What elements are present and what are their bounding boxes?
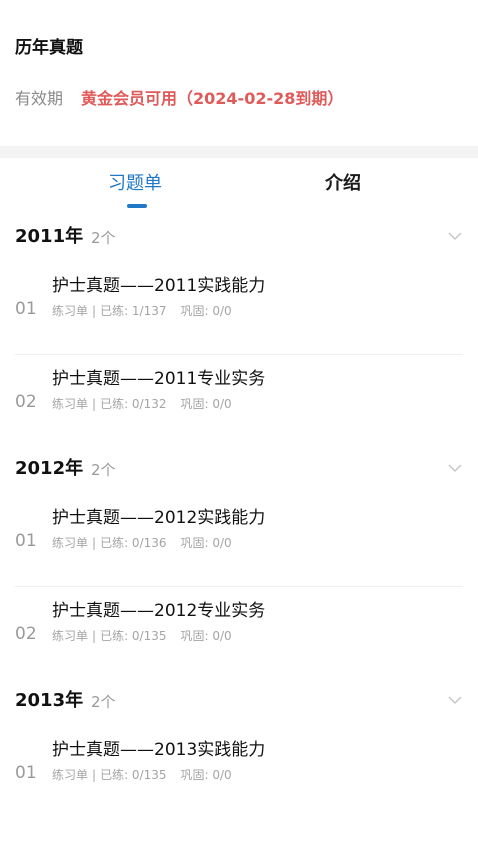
chevron-down-icon[interactable] — [447, 460, 463, 476]
tab-exercise-list[interactable]: 习题单 — [108, 173, 162, 195]
year-title: 2013年 — [15, 690, 84, 711]
item-meta: 练习单 | 已练: 0/135 巩固: 0/0 — [52, 628, 232, 644]
item-consolidated: 巩固: 0/0 — [180, 304, 232, 318]
item-practiced: 已练: 0/132 — [100, 397, 167, 411]
year-title: 2011年 — [15, 226, 84, 247]
item-type: 练习单 — [52, 304, 89, 318]
tab-bar: 习题单 介绍 — [0, 158, 478, 216]
item-type: 练习单 — [52, 536, 89, 550]
item-consolidated: 巩固: 0/0 — [180, 397, 232, 411]
page-title: 历年真题 — [15, 38, 83, 58]
item-index: 02 — [15, 623, 37, 644]
item-meta: 练习单 | 已练: 1/137 巩固: 0/0 — [52, 303, 232, 319]
validity-label: 有效期 — [15, 89, 64, 108]
item-title: 护士真题——2013实践能力 — [52, 740, 266, 760]
year-title: 2012年 — [15, 458, 84, 479]
item-consolidated: 巩固: 0/0 — [180, 768, 232, 782]
item-practiced: 已练: 0/135 — [100, 768, 167, 782]
page-header: 历年真题 有效期 黄金会员可用（2024-02-28到期） — [0, 0, 478, 146]
item-practiced: 已练: 1/137 — [100, 304, 167, 318]
year-group-header[interactable]: 2013年 2个 — [0, 680, 478, 726]
validity-value: 黄金会员可用（2024-02-28到期） — [81, 89, 344, 108]
chevron-down-icon[interactable] — [447, 692, 463, 708]
year-group-header[interactable]: 2012年 2个 — [0, 448, 478, 494]
item-type: 练习单 — [52, 629, 89, 643]
meta-separator: | — [92, 629, 97, 643]
meta-separator: | — [92, 768, 97, 782]
item-title: 护士真题——2011实践能力 — [52, 276, 266, 296]
item-type: 练习单 — [52, 768, 89, 782]
item-title: 护士真题——2012实践能力 — [52, 508, 266, 528]
item-meta: 练习单 | 已练: 0/136 巩固: 0/0 — [52, 535, 232, 551]
exercise-list-item[interactable]: 01 护士真题——2011实践能力练习单 | 已练: 1/137 巩固: 0/0 — [0, 262, 478, 355]
item-meta: 练习单 | 已练: 0/132 巩固: 0/0 — [52, 396, 232, 412]
item-type: 练习单 — [52, 397, 89, 411]
item-meta: 练习单 | 已练: 0/135 巩固: 0/0 — [52, 767, 232, 783]
meta-separator: | — [92, 536, 97, 550]
meta-separator: | — [92, 304, 97, 318]
item-consolidated: 巩固: 0/0 — [180, 629, 232, 643]
item-index: 01 — [15, 762, 37, 783]
year-count: 2个 — [91, 461, 116, 479]
year-group-list: 2011年 2个 01 护士真题——2011实践能力 练习单 | 已练: 1/137 巩固: … — [0, 216, 478, 819]
validity-row: 有效期 黄金会员可用（2024-02-28到期） — [15, 89, 463, 109]
item-title: 护士真题——2011专业实务 — [52, 369, 266, 389]
item-practiced: 已练: 0/135 — [100, 629, 167, 643]
section-divider — [0, 146, 478, 158]
item-index: 01 — [15, 530, 37, 551]
chevron-down-icon[interactable] — [447, 228, 463, 244]
item-consolidated: 巩固: 0/0 — [180, 536, 232, 550]
item-title: 护士真题——2012专业实务 — [52, 601, 266, 621]
exercise-list-item[interactable]: 02 护士真题——2012专业实务练习单 | 已练: 0/135 巩固: 0/0 — [0, 587, 478, 680]
year-count: 2个 — [91, 693, 116, 711]
year-count: 2个 — [91, 229, 116, 247]
item-index: 01 — [15, 298, 37, 319]
item-practiced: 已练: 0/136 — [100, 536, 167, 550]
exercise-list-item[interactable]: 01 护士真题——2013实践能力练习单 | 已练: 0/135 巩固: 0/0 — [0, 726, 478, 819]
active-tab-indicator — [127, 204, 147, 208]
item-index: 02 — [15, 391, 37, 412]
tab-introduction[interactable]: 介绍 — [325, 173, 361, 195]
exercise-list-item[interactable]: 02 护士真题——2011专业实务练习单 | 已练: 0/132 巩固: 0/0 — [0, 355, 478, 448]
year-group-header[interactable]: 2011年 2个 — [0, 216, 478, 262]
meta-separator: | — [92, 397, 97, 411]
exercise-list-item[interactable]: 01 护士真题——2012实践能力练习单 | 已练: 0/136 巩固: 0/0 — [0, 494, 478, 587]
